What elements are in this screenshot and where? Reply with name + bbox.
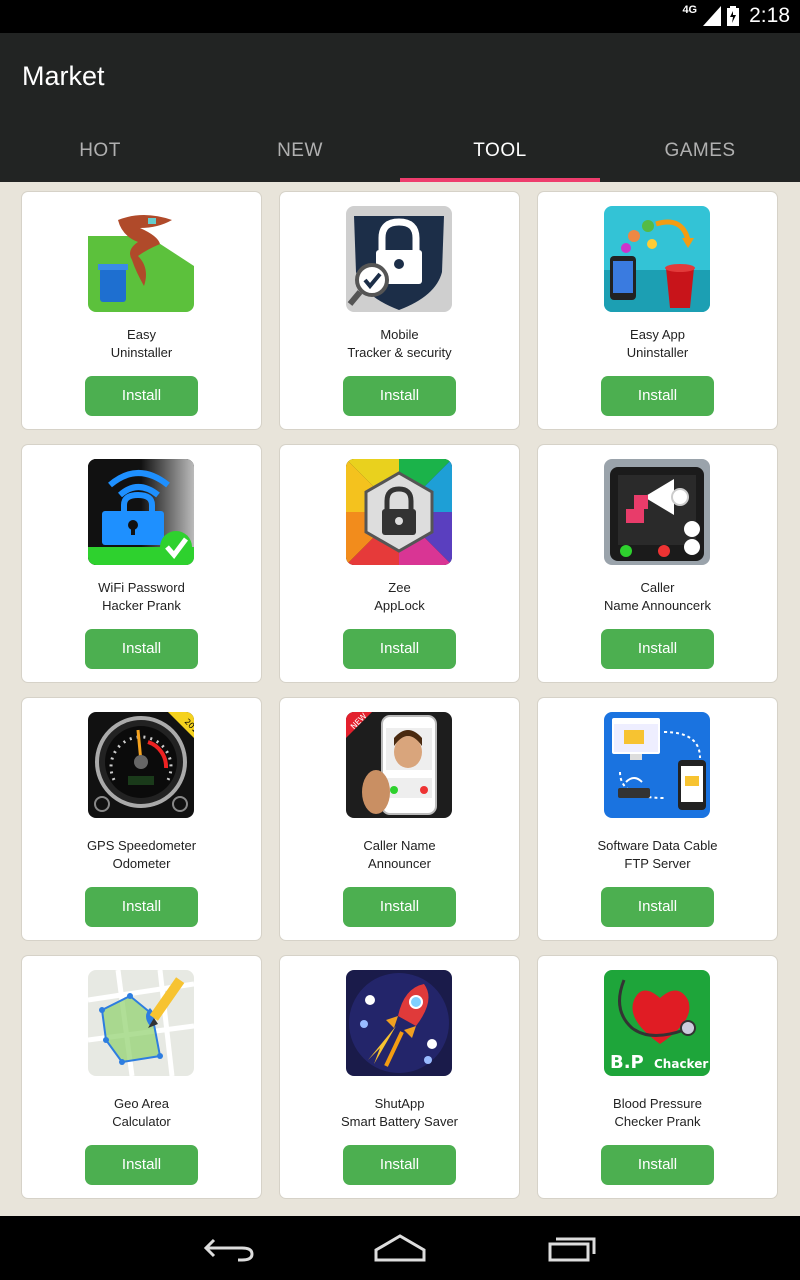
app-name-line2: Uninstaller [110,345,173,360]
install-button[interactable]: Install [85,887,198,927]
app-name-line2: Smart Battery Saver [340,1114,459,1129]
app-grid: Easy Uninstaller Install Mobile Tracker & … [0,182,800,1216]
install-button[interactable]: Install [601,629,714,669]
install-button[interactable]: Install [601,376,714,416]
app-name: ShutApp Smart Battery Saver [284,1095,515,1131]
app-name: Caller Name Announcer [284,837,515,873]
app-name-line1: Software Data Cable [597,838,718,853]
tab-tool[interactable]: TOOL [400,131,600,182]
install-button[interactable]: Install [85,629,198,669]
install-button[interactable]: Install [343,376,456,416]
app-name: Easy App Uninstaller [542,326,773,362]
status-bar: 4G 2:18 [0,0,800,33]
app-name: Mobile Tracker & security [284,326,515,362]
install-button[interactable]: Install [601,887,714,927]
recents-icon [548,1237,596,1262]
back-icon [203,1238,254,1262]
app-card[interactable]: B.P Chacker Blood Pressure Checker Prank I… [538,956,777,1198]
app-card[interactable]: 2017 GPS Speedometer Odometer Install [22,698,261,940]
app-name: Blood Pressure Checker Prank [542,1095,773,1131]
battery-icon [727,6,740,26]
phone-trash-icon [604,206,710,312]
clock: 2:18 [749,4,790,27]
app-card[interactable]: Mobile Tracker & security Install [280,192,519,429]
app-name-line1: Geo Area [114,1096,169,1111]
app-name: Easy Uninstaller [26,326,257,362]
install-button[interactable]: Install [85,376,198,416]
app-name-line2: Calculator [112,1114,171,1129]
back-button[interactable] [200,1230,260,1266]
app-name: Software Data Cable FTP Server [542,837,773,873]
app-name: Zee AppLock [284,579,515,615]
caller-phone-icon: NEW [346,712,452,818]
app-name: GPS Speedometer Odometer [26,837,257,873]
install-button[interactable]: Install [343,1145,456,1185]
app-name: Geo Area Calculator [26,1095,257,1131]
home-button[interactable] [370,1230,430,1266]
ftp-transfer-icon [604,712,710,818]
home-icon [374,1234,426,1262]
app-name: Caller Name Announcerk [542,579,773,615]
app-card[interactable]: Caller Name Announcerk Install [538,445,777,682]
app-card[interactable]: Easy App Uninstaller Install [538,192,777,429]
rocket-icon [346,970,452,1076]
tab-new[interactable]: NEW [200,131,400,182]
app-card[interactable]: Zee AppLock Install [280,445,519,682]
install-button[interactable]: Install [343,887,456,927]
page-title: Market [22,61,105,91]
app-card[interactable]: Easy Uninstaller Install [22,192,261,429]
app-card[interactable]: Software Data Cable FTP Server Install [538,698,777,940]
app-name-line1: Mobile [380,327,419,342]
checker-label: Chacker [654,1057,708,1071]
app-name-line2: AppLock [374,598,425,613]
app-name-line1: Blood Pressure [613,1096,702,1111]
app-name-line1: Caller Name [363,838,436,853]
app-name-line1: Easy App [630,327,685,342]
tab-games[interactable]: GAMES [600,131,800,182]
install-button[interactable]: Install [343,629,456,669]
app-name-line2: Tracker & security [347,345,452,360]
app-name-line2: Announcer [368,856,431,871]
network-type: 4G [682,4,698,16]
app-card[interactable]: Geo Area Calculator Install [22,956,261,1198]
app-name-line2: Checker Prank [614,1114,701,1129]
lock-shield-icon [346,206,452,312]
app-name-line1: ShutApp [374,1096,425,1111]
app-name-line1: Caller [640,580,675,595]
app-name: WiFi Password Hacker Prank [26,579,257,615]
bp-label: B.P [610,1052,644,1073]
app-name-line2: Uninstaller [626,345,689,360]
app-name-line1: WiFi Password [98,580,185,595]
app-name-line1: Easy [127,327,156,342]
install-button[interactable]: Install [85,1145,198,1185]
megaphone-phone-icon [604,459,710,565]
app-name-line1: GPS Speedometer [86,838,197,853]
speedometer-icon: 2017 [88,712,194,818]
tab-hot[interactable]: HOT [0,131,200,182]
app-name-line2: Hacker Prank [102,598,181,613]
app-name-line2: Odometer [112,856,171,871]
recents-button[interactable] [540,1230,600,1266]
wifi-lock-icon [88,459,194,565]
app-card[interactable]: NEW Caller Name Announcer Install [280,698,519,940]
app-card[interactable]: WiFi Password Hacker Prank Install [22,445,261,682]
app-bar: Market HOT NEW TOOL GAMES [0,33,800,182]
app-name-line2: Name Announcerk [604,598,711,613]
navigation-bar [0,1216,800,1280]
signal-icon [703,6,722,26]
heart-stethoscope-icon: B.P Chacker [604,970,710,1076]
map-area-icon [88,970,194,1076]
tab-bar: HOT NEW TOOL GAMES [0,131,800,182]
hexagon-lock-icon [346,459,452,565]
install-button[interactable]: Install [601,1145,714,1185]
app-name-line1: Zee [388,580,411,595]
app-name-line2: FTP Server [624,856,691,871]
app-card[interactable]: ShutApp Smart Battery Saver Install [280,956,519,1198]
tornado-trash-icon [88,206,194,312]
